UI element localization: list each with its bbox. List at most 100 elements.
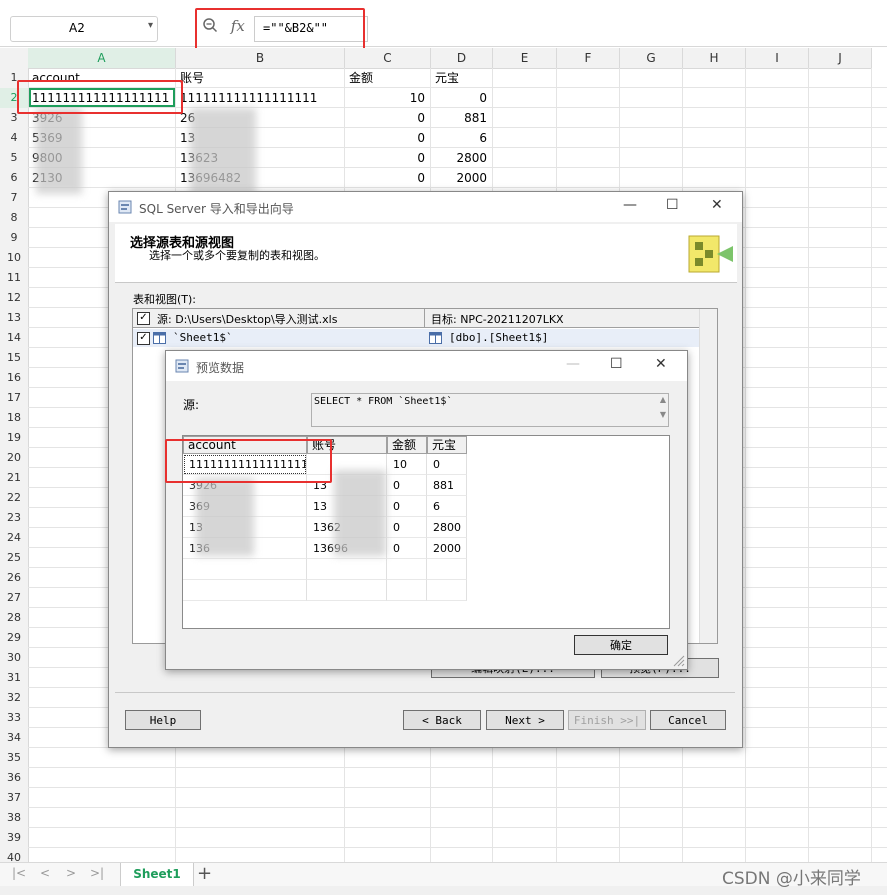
chevron-down-icon[interactable]: ▾ <box>148 20 153 31</box>
row-header-19[interactable]: 19 <box>0 428 29 449</box>
cell[interactable]: 0 <box>347 148 431 168</box>
row-header-39[interactable]: 39 <box>0 828 29 849</box>
preview-cell: 2800 <box>427 517 467 538</box>
row-header-37[interactable]: 37 <box>0 788 29 809</box>
cell[interactable]: 0 <box>347 168 431 188</box>
next-button[interactable]: Next > <box>486 710 564 730</box>
column-header-J[interactable]: J <box>809 48 872 69</box>
row-header-16[interactable]: 16 <box>0 368 29 389</box>
row-header-26[interactable]: 26 <box>0 568 29 589</box>
cell[interactable]: 账号 <box>178 68 345 88</box>
row-header-32[interactable]: 32 <box>0 688 29 709</box>
row-header-34[interactable]: 34 <box>0 728 29 749</box>
help-button[interactable]: Help <box>125 710 201 730</box>
row-header-31[interactable]: 31 <box>0 668 29 689</box>
sheet-tab-active[interactable]: Sheet1 <box>120 863 194 886</box>
preview-col-header[interactable]: 金额 <box>387 436 427 454</box>
column-header-G[interactable]: G <box>620 48 683 69</box>
row-header-7[interactable]: 7 <box>0 188 29 209</box>
row-target: [dbo].[Sheet1$] <box>449 331 549 344</box>
preview-col-header[interactable]: 元宝 <box>427 436 467 454</box>
cell[interactable]: 金额 <box>347 68 433 88</box>
wizard-titlebar: SQL Server 导入和导出向导 — ☐ ✕ <box>109 192 742 222</box>
cell[interactable]: 2800 <box>433 148 493 168</box>
row-header-9[interactable]: 9 <box>0 228 29 249</box>
column-header-B[interactable]: B <box>176 48 345 69</box>
cell[interactable]: 6 <box>433 128 493 148</box>
preview-cell <box>427 559 467 580</box>
row-header-33[interactable]: 33 <box>0 708 29 729</box>
preview-cell: 6 <box>427 496 467 517</box>
list-scrollbar[interactable] <box>699 309 717 643</box>
row-header-13[interactable]: 13 <box>0 308 29 329</box>
prev-sheet-icon[interactable]: < <box>40 866 50 880</box>
cell[interactable]: 2000 <box>433 168 493 188</box>
row-header-5[interactable]: 5 <box>0 148 29 169</box>
table-row[interactable]: ✓ `Sheet1$` [dbo].[Sheet1$] <box>133 329 699 347</box>
ok-button[interactable]: 确定 <box>574 635 668 655</box>
row-header-25[interactable]: 25 <box>0 548 29 569</box>
row-header-14[interactable]: 14 <box>0 328 29 349</box>
row-header-38[interactable]: 38 <box>0 808 29 829</box>
close-icon[interactable]: ✕ <box>655 356 667 372</box>
column-header-A[interactable]: A <box>28 48 176 69</box>
close-icon[interactable]: ✕ <box>711 197 723 213</box>
add-sheet-button[interactable]: + <box>197 863 212 884</box>
minimize-icon[interactable]: — <box>566 356 580 372</box>
col-divider <box>424 309 425 327</box>
sql-scroll-down[interactable]: ▼ <box>660 410 666 419</box>
row-header-22[interactable]: 22 <box>0 488 29 509</box>
preview-cell <box>183 580 307 601</box>
select-all-corner[interactable] <box>0 48 29 69</box>
row-header-10[interactable]: 10 <box>0 248 29 269</box>
cell[interactable]: 10 <box>347 88 431 108</box>
maximize-icon[interactable]: ☐ <box>610 356 623 372</box>
preview-cell: 0 <box>387 475 427 496</box>
next-sheet-icon[interactable]: > <box>66 866 76 880</box>
row-header-36[interactable]: 36 <box>0 768 29 789</box>
grid-line-h <box>28 827 887 828</box>
maximize-icon[interactable]: ☐ <box>666 197 679 213</box>
row-header-11[interactable]: 11 <box>0 268 29 289</box>
row-header-28[interactable]: 28 <box>0 608 29 629</box>
column-header-H[interactable]: H <box>683 48 746 69</box>
cell[interactable]: 881 <box>433 108 493 128</box>
cell[interactable]: 0 <box>347 108 431 128</box>
minimize-icon[interactable]: — <box>623 197 637 213</box>
row-header-8[interactable]: 8 <box>0 208 29 229</box>
row-header-15[interactable]: 15 <box>0 348 29 369</box>
back-button[interactable]: < Back <box>403 710 481 730</box>
resize-grip-icon[interactable] <box>672 654 685 667</box>
cell[interactable]: 元宝 <box>433 68 495 88</box>
sql-scroll-up[interactable]: ▲ <box>660 395 666 404</box>
row-header-29[interactable]: 29 <box>0 628 29 649</box>
row-header-18[interactable]: 18 <box>0 408 29 429</box>
row-header-12[interactable]: 12 <box>0 288 29 309</box>
row-header-30[interactable]: 30 <box>0 648 29 669</box>
cancel-button[interactable]: Cancel <box>650 710 726 730</box>
column-header-E[interactable]: E <box>493 48 557 69</box>
first-sheet-icon[interactable]: |< <box>12 866 26 880</box>
tables-label: 表和视图(T): <box>133 293 197 306</box>
column-header-F[interactable]: F <box>557 48 620 69</box>
source-sql-box[interactable]: SELECT * FROM `Sheet1$` ▲ ▼ <box>311 393 669 427</box>
select-all-checkbox[interactable]: ✓ <box>137 312 150 325</box>
row-header-23[interactable]: 23 <box>0 508 29 529</box>
row-header-21[interactable]: 21 <box>0 468 29 489</box>
cell[interactable]: 111111111111111111 <box>178 88 345 108</box>
cell[interactable]: 0 <box>347 128 431 148</box>
row-header-35[interactable]: 35 <box>0 748 29 769</box>
row-header-24[interactable]: 24 <box>0 528 29 549</box>
column-header-D[interactable]: D <box>431 48 493 69</box>
row-header-20[interactable]: 20 <box>0 448 29 469</box>
row-header-17[interactable]: 17 <box>0 388 29 409</box>
row-header-27[interactable]: 27 <box>0 588 29 609</box>
cell[interactable]: 0 <box>433 88 493 108</box>
column-header-I[interactable]: I <box>746 48 809 69</box>
row-header-6[interactable]: 6 <box>0 168 29 189</box>
last-sheet-icon[interactable]: >| <box>90 866 104 880</box>
row-checkbox[interactable]: ✓ <box>137 332 150 345</box>
name-box[interactable]: A2 ▾ <box>10 16 158 42</box>
row-header-4[interactable]: 4 <box>0 128 29 149</box>
column-header-C[interactable]: C <box>345 48 431 69</box>
